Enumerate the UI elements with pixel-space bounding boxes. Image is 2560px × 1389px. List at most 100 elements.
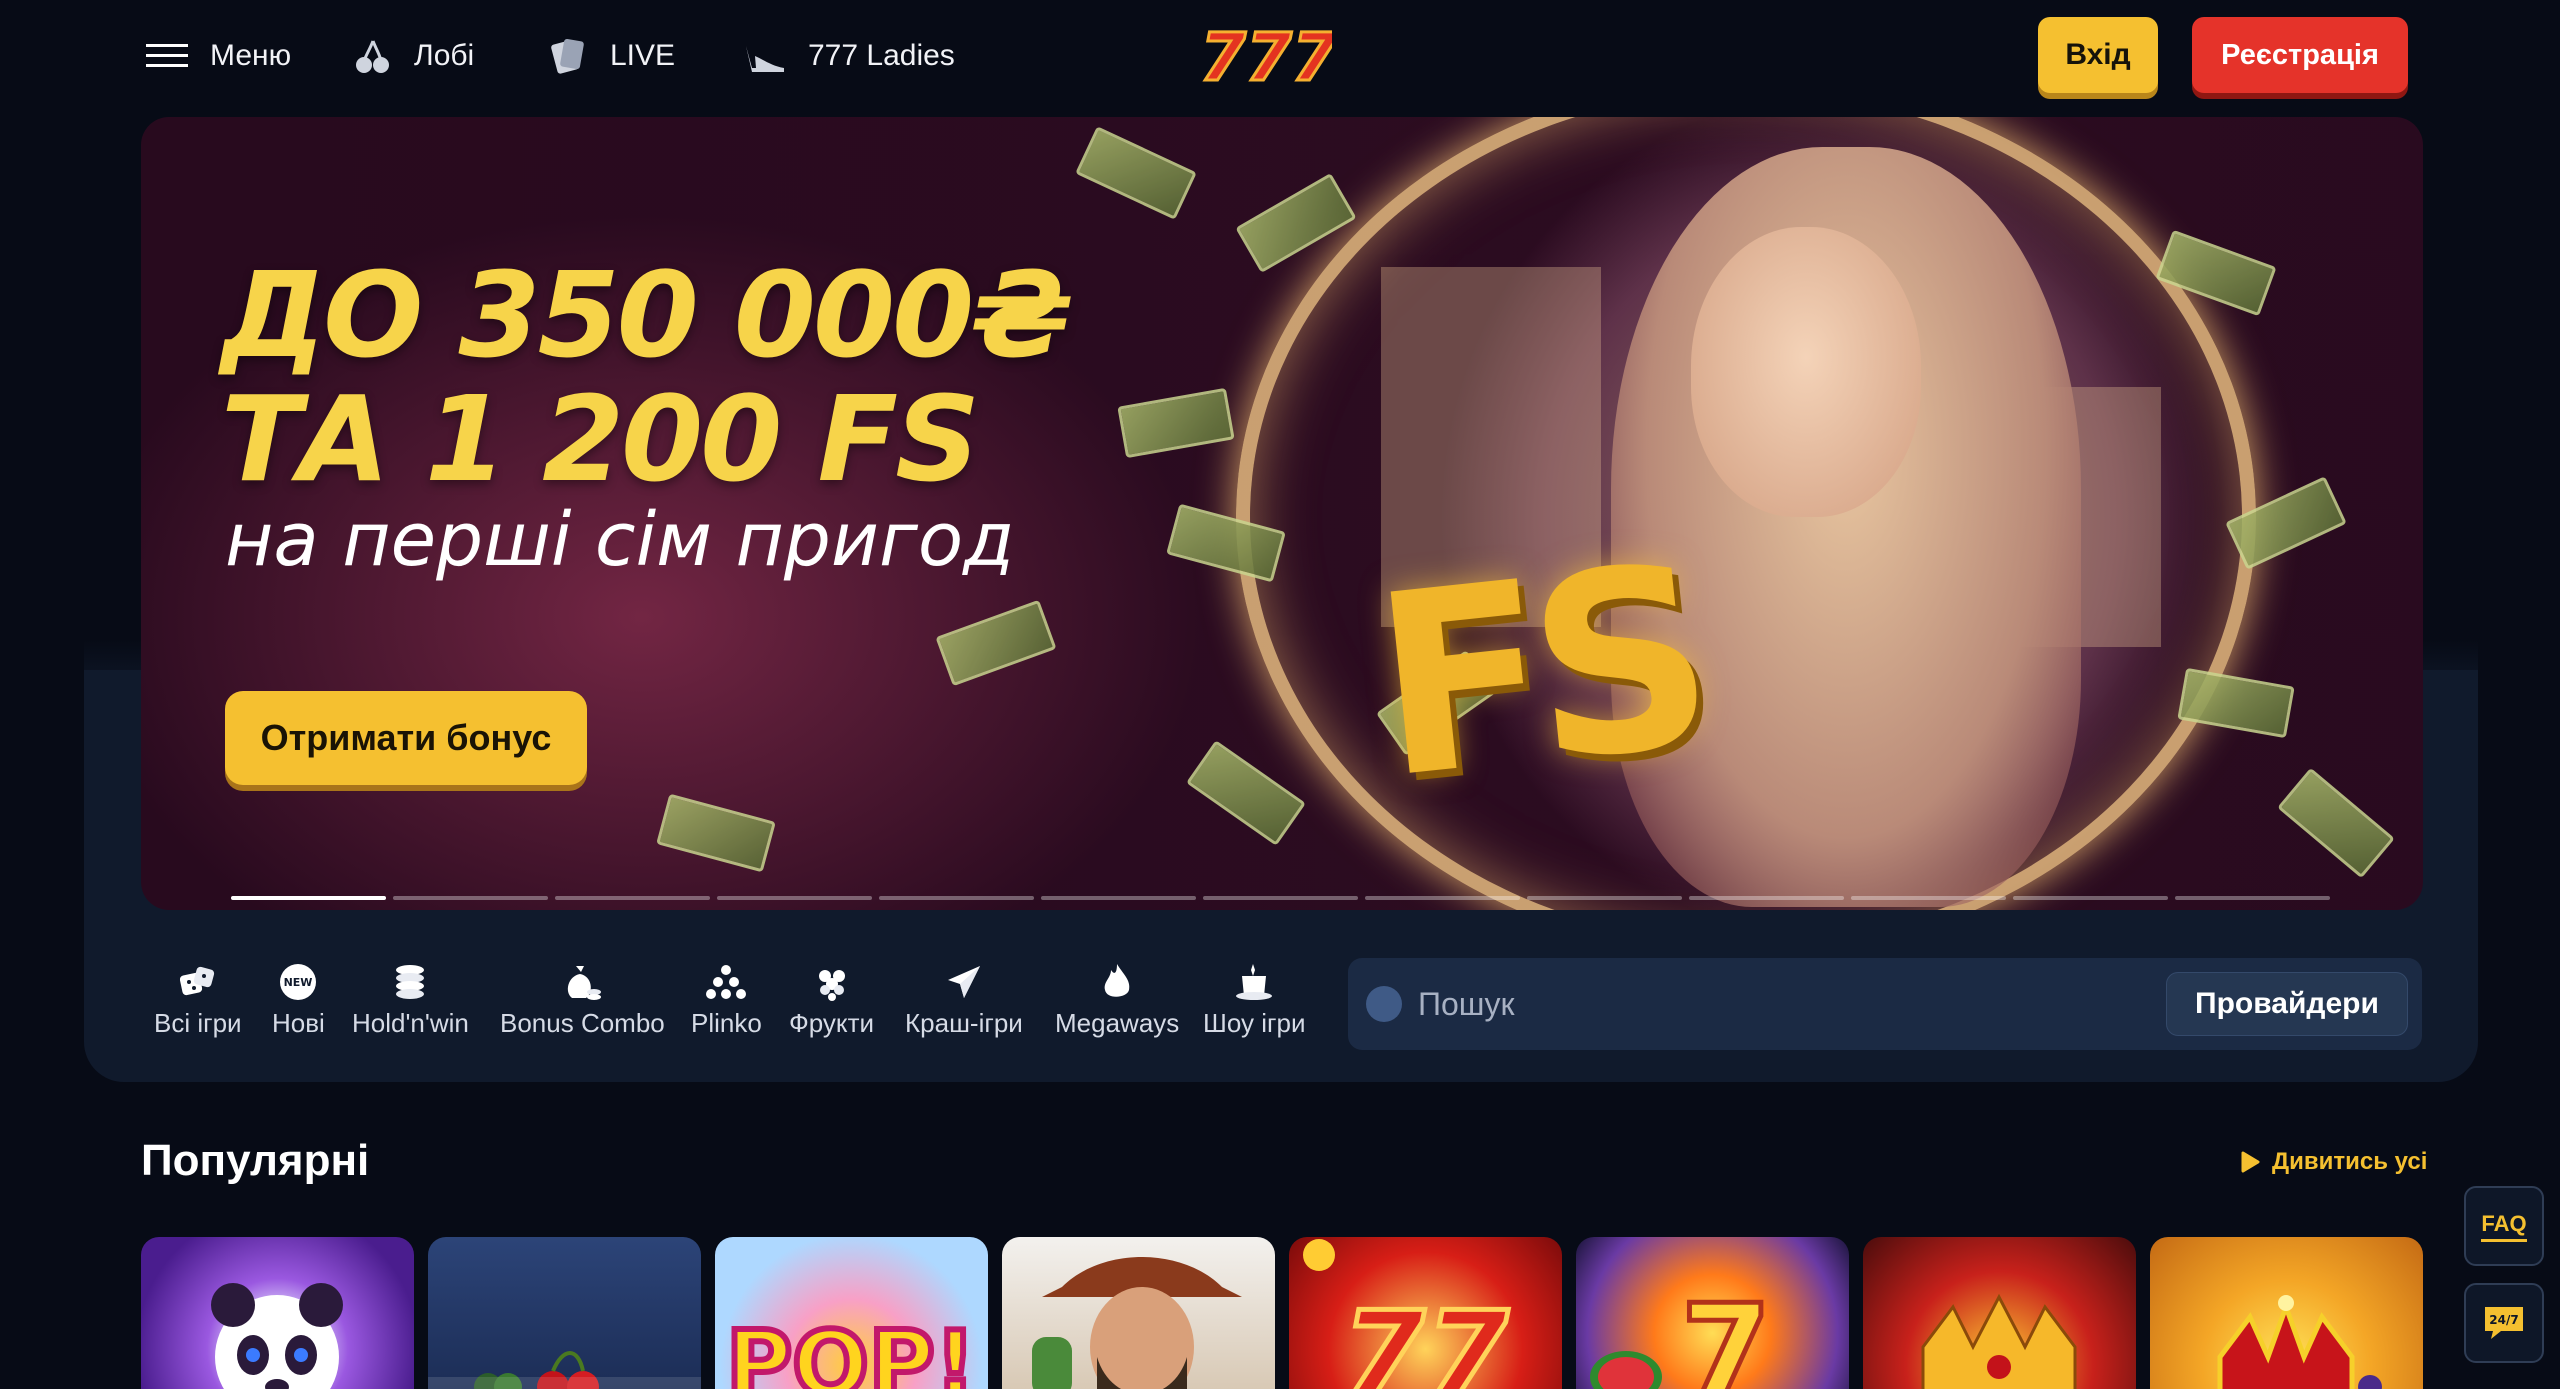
- support-chat-button[interactable]: 24/7: [2464, 1283, 2544, 1363]
- slider-dot[interactable]: [231, 896, 386, 900]
- banknote: [1186, 740, 1306, 846]
- game-card[interactable]: [2150, 1237, 2423, 1389]
- site-logo[interactable]: 777: [1198, 18, 1333, 90]
- nav-lobby[interactable]: Лобі: [354, 28, 474, 84]
- slider-dot[interactable]: [717, 896, 872, 900]
- nav-ladies-label: 777 Ladies: [808, 39, 955, 72]
- nav-lobby-label: Лобі: [414, 39, 475, 72]
- game-card[interactable]: [428, 1237, 701, 1389]
- cherries-icon: [356, 40, 389, 73]
- new-badge-icon: NEW: [278, 962, 318, 1002]
- login-button[interactable]: Вхід: [2038, 17, 2158, 93]
- banknote: [2177, 667, 2295, 739]
- game-card[interactable]: [1002, 1237, 1275, 1389]
- get-bonus-button[interactable]: Отримати бонус: [225, 691, 587, 785]
- hero-title-line1: ДО 350 000₴: [221, 246, 1073, 384]
- menu-button[interactable]: Меню: [146, 28, 291, 84]
- nav-777-ladies[interactable]: 777 Ladies: [742, 28, 955, 84]
- slider-dot[interactable]: [2013, 896, 2168, 900]
- menu-label: Меню: [210, 39, 292, 72]
- slider-dot[interactable]: [393, 896, 548, 900]
- banknote: [935, 599, 1057, 687]
- slider-dot[interactable]: [1041, 896, 1196, 900]
- crown-illustration: [1921, 1293, 2077, 1389]
- game-card[interactable]: POP!: [715, 1237, 988, 1389]
- nav-live-label: LIVE: [610, 39, 676, 72]
- category-label: Всі ігри: [154, 1008, 242, 1038]
- category-bonus-combo[interactable]: Bonus Combo: [500, 962, 665, 1039]
- top-header: Меню Лобі LIVE 777 Ladies 777 Вхід Реєст…: [0, 0, 2560, 110]
- hamburger-icon: [146, 44, 188, 67]
- pop-illustration: POP!: [723, 1309, 978, 1389]
- game-card[interactable]: 77: [1289, 1237, 1562, 1389]
- category-hold-n-win[interactable]: Hold'n'win: [352, 962, 469, 1039]
- category-label: Краш-ігри: [905, 1008, 1023, 1038]
- coins-stack-icon: [390, 962, 430, 1002]
- category-label: Plinko: [691, 1008, 762, 1038]
- slider-dot[interactable]: [2175, 896, 2330, 900]
- category-megaways[interactable]: Megaways: [1055, 962, 1179, 1039]
- logo-text: 777: [1200, 19, 1332, 90]
- game-card[interactable]: [1863, 1237, 2136, 1389]
- hero-woman-face: [1691, 227, 1921, 517]
- view-all-label: Дивитись усі: [2272, 1148, 2428, 1175]
- high-heel-icon: [746, 46, 784, 72]
- category-new[interactable]: NEW Нові: [272, 962, 325, 1039]
- faq-button[interactable]: FAQ: [2464, 1186, 2544, 1266]
- popular-games-row: POP! 77 7: [141, 1237, 2423, 1389]
- view-all-link[interactable]: Дивитись усі: [2240, 1148, 2427, 1176]
- hot-seven-illustration: 7: [1590, 1274, 1774, 1389]
- nav-live[interactable]: LIVE: [548, 28, 675, 84]
- cards-icon: [551, 38, 584, 74]
- slider-dot[interactable]: [1527, 896, 1682, 900]
- fruits-illustration: [428, 1351, 701, 1389]
- category-crash-games[interactable]: Краш-ігри: [905, 962, 1023, 1039]
- slider-dot[interactable]: [1689, 896, 1844, 900]
- category-label: Фрукти: [789, 1008, 875, 1038]
- category-show-games[interactable]: Шоу ігри: [1203, 962, 1305, 1039]
- golden-crown-illustration: [2217, 1295, 2382, 1389]
- slider-dot[interactable]: [1851, 896, 2006, 900]
- category-label: Hold'n'win: [352, 1008, 469, 1038]
- panda-illustration: [211, 1283, 343, 1389]
- svg-text:77: 77: [1342, 1287, 1509, 1389]
- hero-subtitle: на перші сім пригод: [225, 497, 1015, 583]
- seven-illustration: 77: [1303, 1239, 1511, 1389]
- slider-dot[interactable]: [555, 896, 710, 900]
- slider-dot[interactable]: [1203, 896, 1358, 900]
- slider-dot[interactable]: [879, 896, 1034, 900]
- chat-support-icon: 24/7: [2485, 1307, 2523, 1339]
- banknote: [1075, 126, 1197, 220]
- banknote: [1117, 387, 1235, 459]
- slider-dot[interactable]: [1365, 896, 1520, 900]
- category-plinko[interactable]: Plinko: [691, 962, 762, 1039]
- category-all-games[interactable]: Всі ігри: [154, 962, 242, 1039]
- search-icon: [1366, 986, 1402, 1022]
- top-hat-icon: [1234, 962, 1274, 1002]
- search-input[interactable]: [1418, 972, 2178, 1036]
- category-label: Нові: [272, 1008, 325, 1038]
- category-label: Megaways: [1055, 1008, 1180, 1038]
- svg-text:NEW: NEW: [284, 976, 313, 989]
- category-label: Шоу ігри: [1203, 1008, 1306, 1038]
- svg-text:7: 7: [1681, 1276, 1771, 1389]
- hero-title: ДО 350 000₴ ТА 1 200 FS: [221, 246, 1073, 508]
- popular-section-title: Популярні: [141, 1136, 370, 1185]
- slider-pagination: [231, 896, 2330, 900]
- banknote: [2277, 767, 2395, 879]
- register-button[interactable]: Реєстрація: [2192, 17, 2408, 93]
- grapes-icon: [812, 962, 852, 1002]
- fisherman-illustration: [1032, 1257, 1242, 1389]
- search-bar: Провайдери: [1348, 958, 2422, 1050]
- game-card[interactable]: 7: [1576, 1237, 1849, 1389]
- game-card[interactable]: [141, 1237, 414, 1389]
- faq-label: FAQ: [2481, 1211, 2527, 1242]
- airplane-icon: [944, 962, 984, 1002]
- play-icon: [2241, 1151, 2260, 1173]
- category-label: Bonus Combo: [500, 1008, 665, 1038]
- category-fruits[interactable]: Фрукти: [789, 962, 874, 1039]
- providers-button[interactable]: Провайдери: [2166, 972, 2408, 1036]
- hero-banner[interactable]: FS ДО 350 000₴ ТА 1 200 FS на перші сім …: [141, 117, 2423, 910]
- money-bag-icon: [562, 962, 602, 1002]
- hero-title-line2: ТА 1 200 FS: [221, 370, 980, 508]
